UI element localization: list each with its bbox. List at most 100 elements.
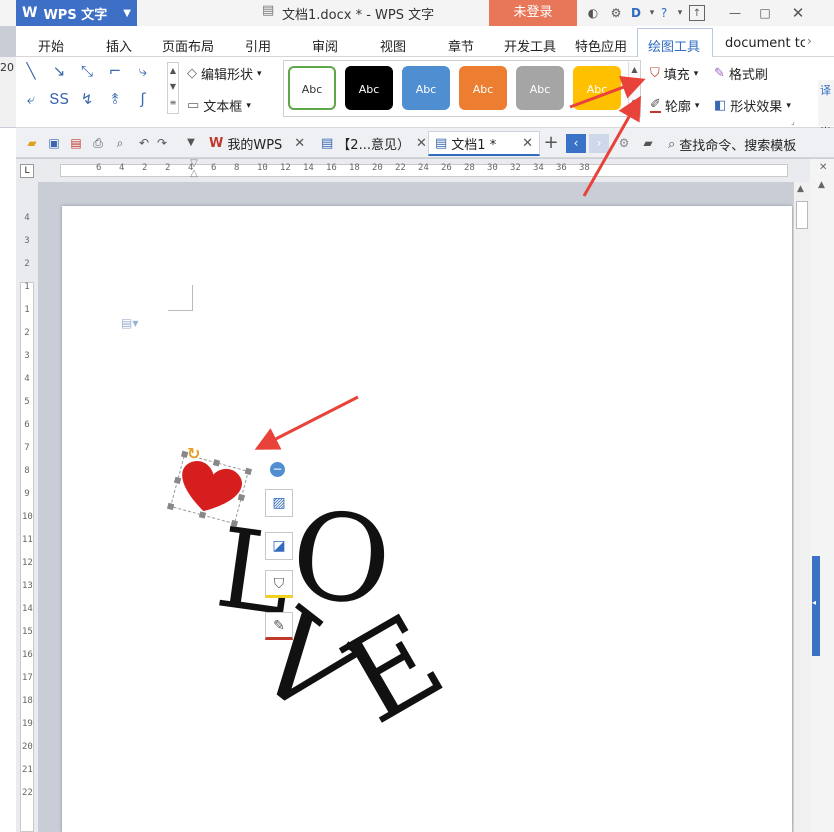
chevron-down-icon[interactable]: ▼ bbox=[183, 135, 199, 151]
chevron-down-icon[interactable]: ▾ bbox=[672, 5, 688, 21]
tab-page-layout[interactable]: 页面布局 bbox=[162, 36, 214, 55]
paste-options-icon[interactable]: ▤▾ bbox=[121, 316, 138, 330]
new-tab-icon[interactable]: + bbox=[543, 134, 559, 152]
doc-tab-mywps[interactable]: W 我的WPS ✕ bbox=[203, 131, 311, 156]
resize-handle[interactable] bbox=[212, 459, 221, 467]
resize-handle[interactable] bbox=[244, 467, 253, 476]
double-arrow-icon[interactable]: ⤡ bbox=[76, 62, 98, 80]
print-icon[interactable]: ⎙ bbox=[90, 135, 106, 151]
save-icon[interactable]: ▣ bbox=[46, 135, 62, 151]
settings-icon[interactable]: ⚙ bbox=[608, 5, 624, 21]
tab-start[interactable]: 开始 bbox=[38, 36, 64, 55]
edit-points-icon[interactable]: ◪ bbox=[265, 532, 293, 560]
curve-double-arrow-icon[interactable]: ⥉ bbox=[104, 90, 126, 108]
format-brush-button[interactable]: ✎ 格式刷 bbox=[714, 64, 768, 83]
tab-stop-selector[interactable]: L bbox=[20, 164, 34, 178]
resize-handle[interactable] bbox=[173, 476, 182, 485]
freeform-icon[interactable]: ʃ bbox=[132, 90, 154, 108]
close-icon[interactable]: ✕ bbox=[819, 162, 827, 173]
resize-handle[interactable] bbox=[237, 493, 246, 502]
wps-app-menu-button[interactable]: W WPS 文字 ▼ bbox=[16, 0, 137, 26]
chevron-right-icon[interactable]: › bbox=[807, 34, 812, 48]
doc-tab-document1[interactable]: ▤ 文档1 * ✕ bbox=[428, 131, 540, 156]
tab-drawing-tools[interactable]: 绘图工具 bbox=[648, 36, 700, 55]
layout-options-icon[interactable]: ▨ bbox=[265, 489, 293, 517]
tab-references[interactable]: 引用 bbox=[245, 36, 271, 55]
elbow-arrow-icon[interactable]: ⤷ bbox=[132, 62, 154, 80]
text-box-button[interactable]: ▭ 文本框 ▾ bbox=[187, 96, 251, 115]
tab-view[interactable]: 视图 bbox=[380, 36, 406, 55]
tab-review[interactable]: 审阅 bbox=[312, 36, 338, 55]
elbow-connector-icon[interactable]: ⌐ bbox=[104, 62, 126, 80]
heart-shape[interactable] bbox=[160, 440, 270, 540]
close-icon[interactable]: ✕ bbox=[294, 136, 305, 151]
vertical-ruler-tick-label: 9 bbox=[24, 489, 30, 499]
style-gray[interactable]: Abc bbox=[516, 66, 564, 110]
style-blue[interactable]: Abc bbox=[402, 66, 450, 110]
background-window-left: 20 bbox=[0, 57, 16, 127]
style-orange[interactable]: Abc bbox=[459, 66, 507, 110]
scrollbar-thumb[interactable] bbox=[796, 201, 808, 229]
outline-button[interactable]: ✐ 轮廓 ▾ bbox=[650, 96, 699, 115]
dialog-launcher-icon[interactable]: ⌟ bbox=[791, 117, 795, 126]
style-gold[interactable]: Abc bbox=[573, 66, 621, 110]
ruler-tick-label: 10 bbox=[257, 163, 268, 173]
restore-up-icon[interactable]: ↑ bbox=[689, 5, 705, 21]
export-pdf-icon[interactable]: ▤ bbox=[68, 135, 84, 151]
settings-icon[interactable]: ⚙ bbox=[616, 135, 632, 151]
close-icon[interactable]: ✕ bbox=[522, 136, 533, 151]
resize-handle[interactable] bbox=[230, 519, 239, 528]
maximize-icon[interactable]: □ bbox=[757, 5, 773, 21]
vertical-ruler-tick-label: 4 bbox=[24, 213, 30, 223]
outline-color-icon[interactable]: ✎ bbox=[265, 612, 293, 640]
text-box-label: 文本框 bbox=[203, 100, 243, 115]
style-white-green[interactable]: Abc bbox=[288, 66, 336, 110]
curve-arrow-icon[interactable]: ↯ bbox=[76, 90, 98, 108]
tab-developer[interactable]: 开发工具 bbox=[504, 36, 556, 55]
vertical-scrollbar[interactable] bbox=[793, 182, 810, 832]
undo-icon[interactable]: ↶ bbox=[136, 135, 152, 151]
comment-icon[interactable]: ▰ bbox=[640, 135, 656, 151]
tab-section[interactable]: 章节 bbox=[448, 36, 474, 55]
login-button[interactable]: 未登录 bbox=[489, 0, 577, 26]
print-preview-icon[interactable]: ⌕ bbox=[112, 135, 128, 151]
style-black[interactable]: Abc bbox=[345, 66, 393, 110]
resize-handle[interactable] bbox=[166, 502, 175, 511]
open-folder-icon[interactable]: ▰ bbox=[24, 135, 40, 151]
rotate-handle-icon[interactable]: ↻ bbox=[187, 444, 200, 463]
tab-insert[interactable]: 插入 bbox=[106, 36, 132, 55]
close-icon[interactable]: ✕ bbox=[790, 5, 806, 21]
gallery-scroll[interactable]: ▲ ▼ ≡ bbox=[167, 62, 179, 114]
close-icon[interactable]: ✕ bbox=[416, 136, 427, 151]
redo-icon[interactable]: ↷ bbox=[154, 135, 170, 151]
indent-marker-icon[interactable]: ▽ △ bbox=[189, 159, 199, 181]
fill-color-icon[interactable]: ⛉ bbox=[265, 570, 293, 598]
ruler-tick-label: 26 bbox=[441, 163, 452, 173]
scroll-up-icon[interactable]: ▲ bbox=[818, 180, 825, 190]
d-icon[interactable]: D bbox=[628, 5, 644, 21]
curve-connector-icon[interactable]: ՏS bbox=[48, 90, 70, 108]
skin-icon[interactable]: ◐ bbox=[585, 5, 601, 21]
help-icon[interactable]: ? bbox=[656, 5, 672, 21]
fill-label: 填充 bbox=[663, 68, 690, 83]
chevron-down-icon: ▾ bbox=[246, 100, 251, 111]
scroll-up-icon[interactable]: ▲ bbox=[797, 184, 804, 194]
edit-shape-button[interactable]: ◇ 编辑形状 ▾ bbox=[187, 64, 262, 83]
minimize-icon[interactable]: — bbox=[727, 5, 743, 21]
command-search[interactable]: ⌕ 查找命令、搜索模板 bbox=[668, 135, 796, 154]
vertical-ruler-tick-label: 14 bbox=[22, 604, 33, 614]
tab-scroll-right-icon[interactable]: › bbox=[589, 134, 609, 153]
line-icon[interactable]: ╲ bbox=[20, 62, 42, 80]
fill-button[interactable]: ⛉ 填充 ▾ bbox=[650, 64, 698, 83]
arrow-line-icon[interactable]: ↘ bbox=[48, 62, 70, 80]
doc-tab-feedback[interactable]: ▤ 【2...意见） ✕ bbox=[315, 131, 433, 156]
tab-document-tools[interactable]: document tc bbox=[725, 36, 805, 51]
resize-handle[interactable] bbox=[198, 511, 207, 519]
elbow-double-arrow-icon[interactable]: ⤶ bbox=[20, 90, 42, 108]
text-box-icon: ▭ bbox=[187, 98, 200, 113]
shape-effect-button[interactable]: ◧ 形状效果 ▾ bbox=[714, 96, 791, 115]
collapse-toolbar-icon[interactable]: − bbox=[270, 462, 285, 477]
tab-special[interactable]: 特色应用 bbox=[575, 36, 627, 55]
style-gallery-scroll[interactable]: ▲ ▼ ≡ bbox=[628, 62, 640, 114]
tab-scroll-left-icon[interactable]: ‹ bbox=[566, 134, 586, 153]
